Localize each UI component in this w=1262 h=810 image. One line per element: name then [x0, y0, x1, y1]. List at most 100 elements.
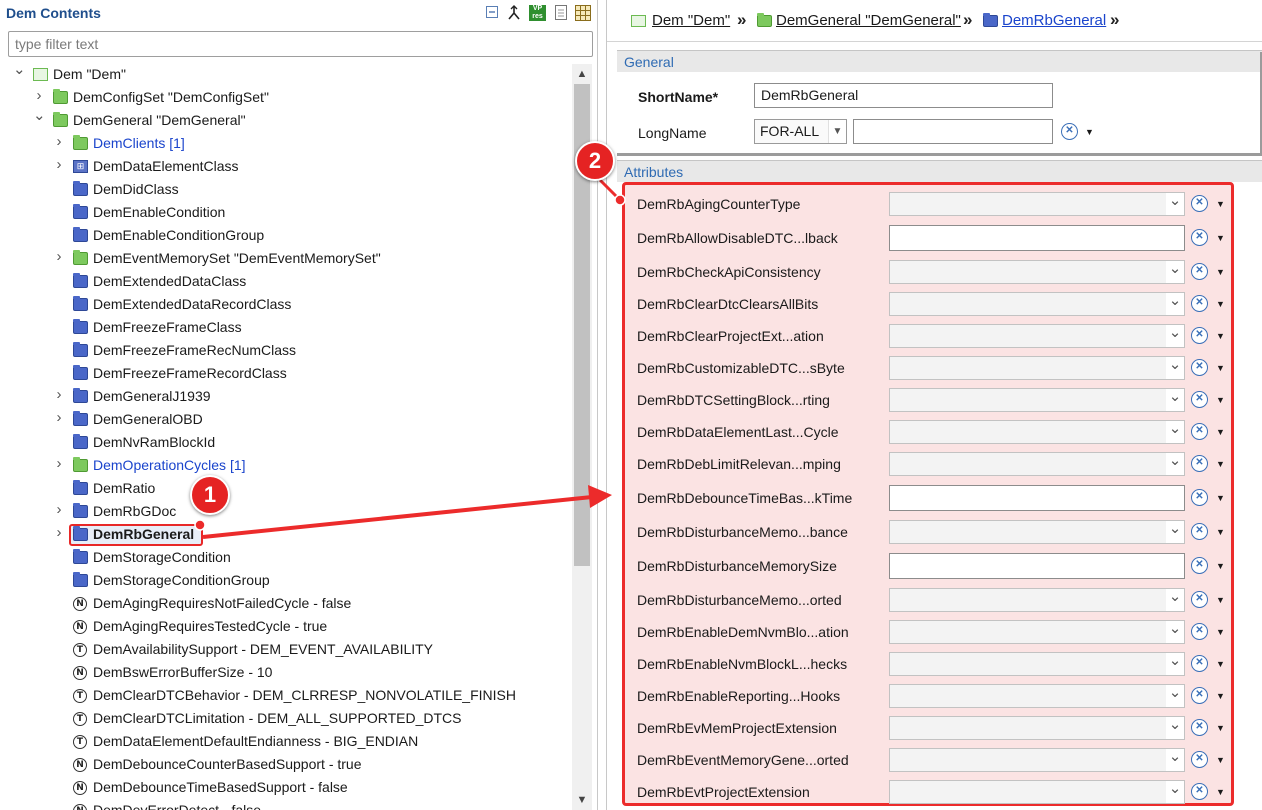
tree-item[interactable]: DemExtendedDataClass	[0, 271, 572, 294]
attribute-select[interactable]: ⌄	[889, 588, 1185, 612]
dropdown-arrow-icon[interactable]: ▼	[1216, 233, 1225, 243]
tree-item[interactable]: › DemConfigSet "DemConfigSet"	[0, 87, 572, 110]
tree-item[interactable]: DemEnableConditionGroup	[0, 225, 572, 248]
tree-item[interactable]: DemStorageConditionGroup	[0, 570, 572, 593]
dropdown-arrow-icon[interactable]: ▼	[1216, 691, 1225, 701]
tree-item[interactable]: T DemAvailabilitySupport - DEM_EVENT_AVAI…	[0, 639, 572, 662]
dropdown-arrow-icon[interactable]: ▼	[1216, 267, 1225, 277]
collapse-chevron-icon[interactable]: ›	[53, 157, 65, 173]
dropdown-arrow-icon[interactable]: ▼	[1216, 723, 1225, 733]
tree-item[interactable]: T DemClearDTCLimitation - DEM_ALL_SUPPORT…	[0, 708, 572, 731]
tree-item[interactable]: › DemEventMemorySet "DemEventMemorySet"	[0, 248, 572, 271]
extra-options-icon[interactable]: ✕	[1191, 783, 1208, 800]
link-with-editor-icon[interactable]	[506, 5, 522, 21]
collapse-chevron-icon[interactable]: ›	[53, 502, 65, 518]
tree-item[interactable]: › DemOperationCycles [1]	[0, 455, 572, 478]
attribute-select[interactable]: ⌄	[889, 356, 1185, 380]
dropdown-arrow-icon[interactable]: ▼	[1085, 127, 1094, 137]
tree-item[interactable]: DemExtendedDataRecordClass	[0, 294, 572, 317]
breadcrumb-item-dem[interactable]: Dem "Dem"	[652, 12, 730, 29]
tree-item[interactable]: DemStorageCondition	[0, 547, 572, 570]
attribute-text-field[interactable]	[889, 485, 1185, 511]
extra-options-icon[interactable]: ✕	[1191, 557, 1208, 574]
tree-item[interactable]: N DemDevErrorDetect - false	[0, 800, 572, 810]
attribute-select[interactable]: ⌄	[889, 780, 1185, 804]
attribute-select[interactable]: ⌄	[889, 684, 1185, 708]
tree-item[interactable]: T DemClearDTCBehavior - DEM_CLRRESP_NONVO…	[0, 685, 572, 708]
tree-item[interactable]: › DemRbGDoc	[0, 501, 572, 524]
dropdown-arrow-icon[interactable]: ▼	[1216, 299, 1225, 309]
attribute-select[interactable]: ⌄	[889, 292, 1185, 316]
collapse-all-icon[interactable]	[484, 5, 500, 21]
tree-item[interactable]: T DemDataElementDefaultEndianness - BIG_E…	[0, 731, 572, 754]
tree-item[interactable]: DemFreezeFrameRecNumClass	[0, 340, 572, 363]
dropdown-arrow-icon[interactable]: ▼	[1216, 363, 1225, 373]
tree-item[interactable]: N DemDebounceTimeBasedSupport - false	[0, 777, 572, 800]
tree-item[interactable]: DemFreezeFrameRecordClass	[0, 363, 572, 386]
document-icon[interactable]	[553, 5, 569, 21]
table-grid-icon[interactable]	[575, 5, 591, 21]
extra-options-icon[interactable]: ✕	[1191, 263, 1208, 280]
tree-item[interactable]: N DemAgingRequiresNotFailedCycle - false	[0, 593, 572, 616]
dropdown-arrow-icon[interactable]: ▼	[1216, 755, 1225, 765]
attribute-select[interactable]: ⌄	[889, 192, 1185, 216]
extra-options-icon[interactable]: ✕	[1191, 591, 1208, 608]
tree-item[interactable]: N DemAgingRequiresTestedCycle - true	[0, 616, 572, 639]
extra-options-icon[interactable]: ✕	[1191, 423, 1208, 440]
extra-options-icon[interactable]: ✕	[1191, 195, 1208, 212]
vp-res-icon[interactable]: VP res	[529, 5, 546, 21]
shortname-field[interactable]: DemRbGeneral	[754, 83, 1053, 108]
extra-options-icon[interactable]: ✕	[1191, 359, 1208, 376]
attribute-select[interactable]: ⌄	[889, 324, 1185, 348]
collapse-chevron-icon[interactable]: ›	[53, 387, 65, 403]
extra-options-icon[interactable]: ✕	[1191, 523, 1208, 540]
tree-item[interactable]: DemEnableCondition	[0, 202, 572, 225]
collapse-chevron-icon[interactable]: ›	[33, 88, 45, 104]
expand-chevron-icon[interactable]: ⌄	[13, 64, 26, 78]
expand-chevron-icon[interactable]: ⌄	[33, 108, 46, 124]
tree-item[interactable]: › DemGeneralJ1939	[0, 386, 572, 409]
longname-field[interactable]	[853, 119, 1053, 144]
tree-item[interactable]: › DemClients [1]	[0, 133, 572, 156]
dropdown-arrow-icon[interactable]: ▼	[1216, 427, 1225, 437]
attributes-section-header[interactable]: Attributes	[617, 160, 1262, 182]
extra-options-icon[interactable]: ✕	[1191, 455, 1208, 472]
dropdown-arrow-icon[interactable]: ▼	[1216, 787, 1225, 797]
attribute-select[interactable]: ⌄	[889, 716, 1185, 740]
extra-options-icon[interactable]: ✕	[1191, 295, 1208, 312]
collapse-chevron-icon[interactable]: ›	[53, 249, 65, 265]
breadcrumb-item-demrbgeneral[interactable]: DemRbGeneral	[1002, 12, 1106, 29]
dropdown-arrow-icon[interactable]: ▼	[1216, 395, 1225, 405]
tree-item[interactable]: ⌄ Dem "Dem"	[0, 64, 572, 87]
tree-item[interactable]: DemDidClass	[0, 179, 572, 202]
scroll-up-icon[interactable]: ▲	[572, 64, 592, 84]
extra-options-icon[interactable]: ✕	[1191, 391, 1208, 408]
tree-item[interactable]: N DemBswErrorBufferSize - 10	[0, 662, 572, 685]
attribute-select[interactable]: ⌄	[889, 420, 1185, 444]
attribute-select[interactable]: ⌄	[889, 652, 1185, 676]
attribute-select[interactable]: ⌄	[889, 748, 1185, 772]
extra-options-icon[interactable]: ✕	[1061, 123, 1078, 140]
dropdown-arrow-icon[interactable]: ▼	[1216, 527, 1225, 537]
dropdown-arrow-icon[interactable]: ▼	[1216, 199, 1225, 209]
extra-options-icon[interactable]: ✕	[1191, 655, 1208, 672]
tree-item[interactable]: › ⊞ DemDataElementClass	[0, 156, 572, 179]
extra-options-icon[interactable]: ✕	[1191, 719, 1208, 736]
filter-input[interactable]	[8, 31, 593, 57]
collapse-chevron-icon[interactable]: ›	[53, 525, 65, 541]
extra-options-icon[interactable]: ✕	[1191, 327, 1208, 344]
collapse-chevron-icon[interactable]: ›	[53, 456, 65, 472]
tree-item[interactable]: DemNvRamBlockId	[0, 432, 572, 455]
tree-item[interactable]: ⌄ DemGeneral "DemGeneral"	[0, 108, 572, 133]
dropdown-arrow-icon[interactable]: ▼	[1216, 595, 1225, 605]
dropdown-arrow-icon[interactable]: ▼	[1216, 331, 1225, 341]
breadcrumb-item-demgeneral[interactable]: DemGeneral "DemGeneral"	[776, 12, 961, 29]
attribute-select[interactable]: ⌄	[889, 260, 1185, 284]
extra-options-icon[interactable]: ✕	[1191, 229, 1208, 246]
extra-options-icon[interactable]: ✕	[1191, 687, 1208, 704]
tree-item[interactable]: N DemDebounceCounterBasedSupport - true	[0, 754, 572, 777]
attribute-select[interactable]: ⌄	[889, 452, 1185, 476]
dropdown-arrow-icon[interactable]: ▼	[1216, 659, 1225, 669]
tree-item[interactable]: DemFreezeFrameClass	[0, 317, 572, 340]
extra-options-icon[interactable]: ✕	[1191, 751, 1208, 768]
